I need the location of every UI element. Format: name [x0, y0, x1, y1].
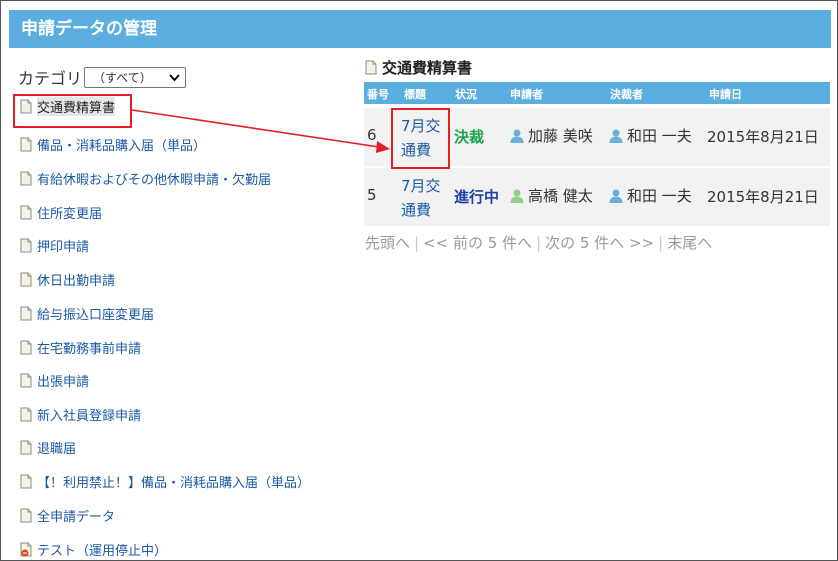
document-icon [20, 306, 32, 321]
form-item-label[interactable]: 退職届 [37, 438, 76, 457]
column-header: 番号 [367, 88, 389, 101]
form-item-label[interactable]: テスト（運用停止中） [37, 540, 167, 559]
document-stopped-icon [20, 542, 32, 557]
form-item-label[interactable]: 有給休暇およびその他休暇申請・欠勤届 [37, 169, 271, 188]
user-icon [609, 129, 623, 143]
detail-title-text: 交通費精算書 [382, 59, 473, 77]
document-icon [20, 407, 32, 422]
column-header: 申請日 [709, 88, 742, 101]
form-item-label[interactable]: 【！利用禁止！】備品・消耗品購入届（単品） [37, 472, 310, 491]
approver: 和田 一夫 [608, 185, 692, 206]
request-date: 2015年8月21日 [707, 188, 819, 206]
form-item-seal[interactable]: 押印申請 [20, 236, 89, 255]
detail-title: 交通費精算書 [365, 57, 472, 78]
document-icon [20, 238, 32, 253]
pager-first[interactable]: 先頭へ [365, 234, 410, 252]
form-item-business-trip[interactable]: 出張申請 [20, 371, 89, 390]
document-icon [20, 340, 32, 355]
table-header: 番号 標題 状況 申請者 決裁者 申請日 [364, 82, 830, 104]
form-item-new-employee[interactable]: 新入社員登録申請 [20, 405, 141, 424]
category-filter: カテゴリ （すべて） [18, 65, 187, 89]
document-icon [20, 508, 32, 523]
form-item-label[interactable]: 新入社員登録申請 [37, 405, 141, 424]
document-icon [20, 171, 32, 186]
applicant: 高橋 健太 [509, 185, 593, 206]
column-header: 状況 [455, 88, 477, 101]
pager-separator: | [658, 234, 664, 252]
pager-separator: | [536, 234, 542, 252]
form-item-label[interactable]: 在宅勤務事前申請 [37, 338, 141, 357]
document-icon [20, 474, 32, 489]
document-icon [20, 373, 32, 388]
document-icon [20, 440, 32, 455]
highlight-box-form [13, 94, 132, 128]
form-item-label[interactable]: 押印申請 [37, 236, 89, 255]
column-header: 決裁者 [610, 88, 643, 101]
form-item-supplies[interactable]: 備品・消耗品購入届（単品） [20, 135, 206, 154]
document-icon [365, 60, 377, 75]
category-select-value: （すべて） [93, 70, 152, 85]
request-table: 番号 標題 状況 申請者 決裁者 申請日 6 7月交 通費 決裁 加藤 美咲 和田… [364, 82, 830, 226]
form-item-holiday-work[interactable]: 休日出勤申請 [20, 270, 115, 289]
form-item-all-data[interactable]: 全申請データ [20, 506, 115, 525]
form-item-address-change[interactable]: 住所変更届 [20, 203, 102, 222]
user-icon [510, 189, 524, 203]
document-icon [20, 205, 32, 220]
form-item-resignation[interactable]: 退職届 [20, 438, 76, 457]
form-item-label[interactable]: 全申請データ [37, 506, 115, 525]
user-icon [510, 129, 524, 143]
row-number: 5 [367, 186, 377, 204]
page-title: 申請データの管理 [9, 10, 831, 48]
pager-last[interactable]: 末尾へ [667, 234, 712, 252]
form-item-label[interactable]: 休日出勤申請 [37, 270, 115, 289]
form-item-label[interactable]: 住所変更届 [37, 203, 102, 222]
form-item-label[interactable]: 出張申請 [37, 371, 89, 390]
highlight-box-subject [391, 108, 450, 169]
pager: 先頭へ | << 前の 5 件へ | 次の 5 件へ >> | 末尾へ [365, 232, 712, 253]
form-item-label[interactable]: 給与振込口座変更届 [37, 304, 154, 323]
user-icon [609, 189, 623, 203]
request-date: 2015年8月21日 [707, 128, 819, 146]
row-number: 6 [367, 126, 377, 144]
form-item-leave[interactable]: 有給休暇およびその他休暇申請・欠勤届 [20, 169, 271, 188]
applicant: 加藤 美咲 [509, 125, 593, 146]
row-subject-link[interactable]: 7月交 通費 [401, 174, 451, 222]
category-label: カテゴリ [18, 69, 83, 88]
column-header: 申請者 [510, 88, 543, 101]
approver: 和田 一夫 [608, 125, 692, 146]
form-item-test-stopped[interactable]: テスト（運用停止中） [20, 540, 167, 559]
form-item-bank-account[interactable]: 給与振込口座変更届 [20, 304, 154, 323]
pager-separator: | [414, 234, 420, 252]
form-item-supplies-disabled[interactable]: 【！利用禁止！】備品・消耗品購入届（単品） [20, 472, 310, 491]
pager-prev[interactable]: << 前の 5 件へ [423, 234, 532, 252]
table-row: 5 7月交 通費 進行中 高橋 健太 和田 一夫 2015年8月21日 [364, 168, 830, 226]
document-icon [20, 272, 32, 287]
pager-next[interactable]: 次の 5 件へ >> [545, 234, 654, 252]
window-frame: 申請データの管理 カテゴリ （すべて） 交通費精算書 備品・消耗品購入届（単品）… [0, 0, 838, 561]
status-badge: 決裁 [454, 128, 485, 146]
chevron-down-icon [169, 73, 180, 81]
form-item-remote-work[interactable]: 在宅勤務事前申請 [20, 338, 141, 357]
category-select[interactable]: （すべて） [84, 66, 187, 88]
document-icon [20, 137, 32, 152]
status-badge: 進行中 [454, 188, 500, 206]
column-header: 標題 [404, 88, 426, 101]
form-item-label[interactable]: 備品・消耗品購入届（単品） [37, 135, 206, 154]
